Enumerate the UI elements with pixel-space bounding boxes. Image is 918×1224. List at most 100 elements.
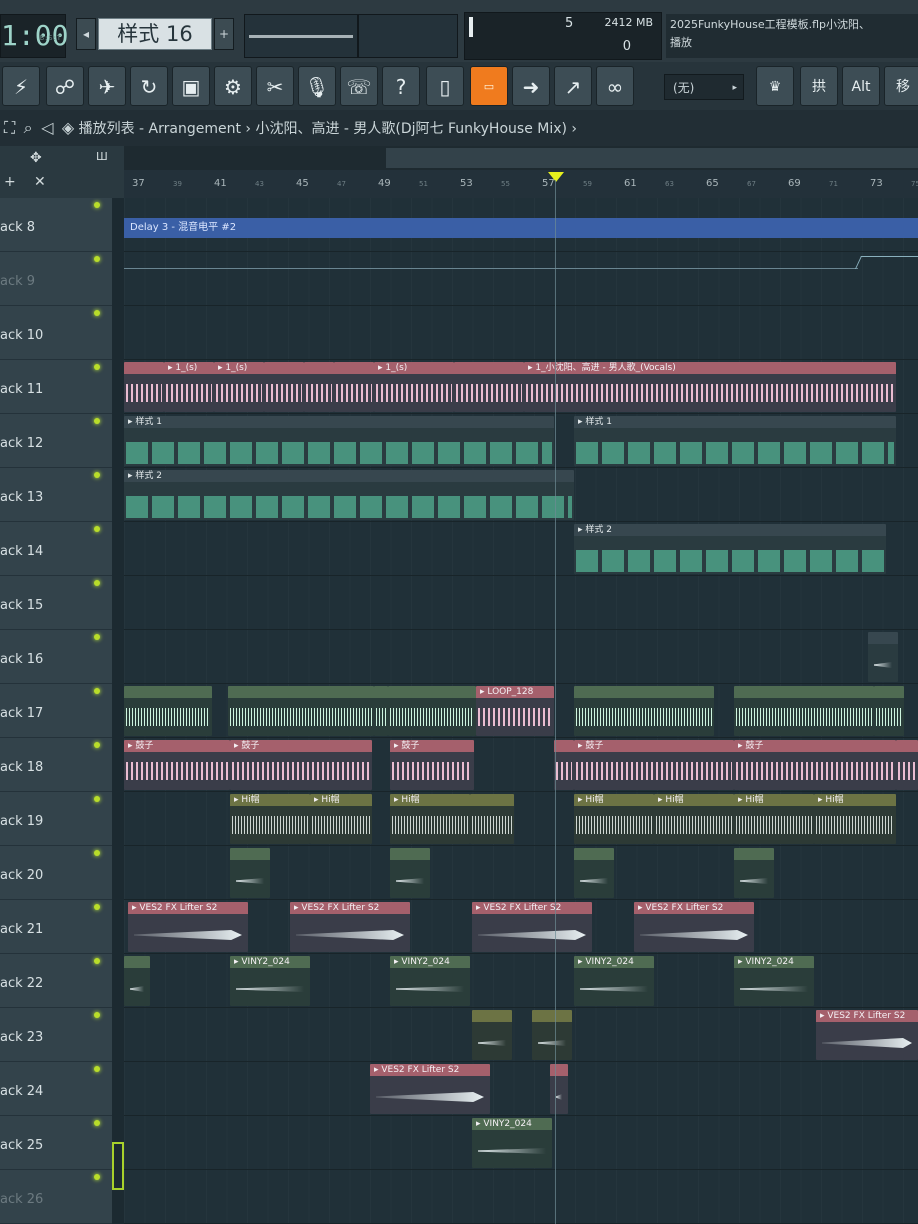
tempo-tap-icon[interactable]: ✈ [88,66,126,106]
menu-arrow-icon[interactable]: ◈ [62,110,74,146]
track-mute-led[interactable] [94,472,100,478]
playlist-clip[interactable]: ▸ 鼓子 [574,740,734,790]
track-mute-led[interactable] [94,256,100,262]
track-mute-led[interactable] [94,904,100,910]
toolbar-right-button-1[interactable]: 拱 [800,66,838,106]
playlist-clip[interactable]: ▸ VINY2_024 [230,956,310,1006]
playlist-clip[interactable]: ▸ Hi帽 [574,794,654,844]
track-mute-led[interactable] [94,580,100,586]
track-mute-led[interactable] [94,850,100,856]
track-header[interactable]: ack 18 [0,738,112,792]
playlist-clip[interactable] [124,956,150,1006]
record-mic-icon[interactable]: 🎙 [298,66,336,106]
playlist-clip[interactable] [388,686,476,736]
track-header[interactable]: ack 12 [0,414,112,468]
playlist-clip[interactable] [390,848,430,898]
playlist-clip[interactable]: ▸ 样式 1 [124,416,554,466]
track-mute-led[interactable] [94,958,100,964]
track-lane[interactable] [124,630,918,684]
brush-icon[interactable]: ↗ [554,66,592,106]
tablet-icon[interactable]: ▯ [426,66,464,106]
playlist-clip[interactable] [734,686,874,736]
loop-record-icon[interactable]: ↻ [130,66,168,106]
track-lane[interactable] [124,1170,918,1224]
playlist-clip[interactable]: ▸ Hi帽 [230,794,310,844]
playlist-clip[interactable]: ▸ 样式 2 [124,470,574,520]
track-mute-led[interactable] [94,742,100,748]
speaker-icon[interactable]: ◁ [41,110,53,146]
master-pitch-slider[interactable] [358,14,458,58]
playlist-clip[interactable]: ▸ LOOP_128 [476,686,554,736]
track-header[interactable]: ack 14 [0,522,112,576]
track-mute-led[interactable] [94,418,100,424]
zoom-icon[interactable]: ⌕ [24,110,33,146]
save-icon[interactable]: ▣ [172,66,210,106]
track-mute-led[interactable] [94,634,100,640]
arrow-icon[interactable]: ➜ [512,66,550,106]
song-time-display[interactable]: 1:00 B:S:T [0,14,68,58]
add-track-icon[interactable]: + [4,174,16,190]
track-mute-led[interactable] [94,1174,100,1180]
playlist-clip[interactable] [454,362,524,412]
playlist-clip[interactable]: ▸ 样式 1 [574,416,896,466]
track-mute-led[interactable] [94,1120,100,1126]
playlist-clip[interactable]: ▸ 样式 2 [574,524,886,574]
track-header[interactable]: ack 24 [0,1062,112,1116]
playlist-clip[interactable] [554,740,574,790]
playlist-clip[interactable] [874,686,904,736]
track-lane[interactable] [124,1062,918,1116]
playlist-clip[interactable]: ▸ 1_(s) [374,362,454,412]
overview-scroll-thumb[interactable] [386,148,918,168]
playlist-clip[interactable] [334,362,374,412]
track-header[interactable]: ack 10 [0,306,112,360]
playlist-clip[interactable] [228,686,374,736]
track-header[interactable]: ack 16 [0,630,112,684]
playlist-clip[interactable]: ▸ VES2 FX Lifter S2 [816,1010,918,1060]
playlist-clip[interactable] [896,740,918,790]
playlist-clip[interactable]: ▸ Hi帽 [390,794,470,844]
automation-clip[interactable]: Delay 3 - 混音电平 #2 [124,218,918,238]
track-header[interactable]: ack 15 [0,576,112,630]
chat-icon[interactable]: ☏ [340,66,378,106]
playlist-clip[interactable]: ▸ VINY2_024 [472,1118,552,1168]
track-lane[interactable] [124,576,918,630]
track-header[interactable]: ack 9 [0,252,112,306]
track-header[interactable]: ack 8 [0,198,112,252]
track-mute-led[interactable] [94,1066,100,1072]
playlist-clip[interactable]: ▸ VES2 FX Lifter S2 [634,902,754,952]
track-header[interactable]: ack 13 [0,468,112,522]
playlist-clip[interactable] [304,362,334,412]
plugin-icon[interactable]: ⚡ [2,66,40,106]
playlist-clip[interactable]: ▸ VINY2_024 [734,956,814,1006]
playlist-clip[interactable]: ▸ 鼓子 [734,740,896,790]
browser-icon[interactable]: ☍ [46,66,84,106]
playlist-clip[interactable]: ▸ 1_小沈阳、高进 - 男人歌_(Vocals) [524,362,896,412]
playlist-clip[interactable] [574,686,714,736]
playlist-clip[interactable]: ▸ Hi帽 [814,794,896,844]
track-lane[interactable] [124,1008,918,1062]
playlist-clip[interactable] [868,632,898,682]
track-mute-led[interactable] [94,310,100,316]
track-header[interactable]: ack 19 [0,792,112,846]
playlist-clip[interactable] [550,1064,568,1114]
track-header[interactable]: ack 26 [0,1170,112,1224]
playlist-clip[interactable]: ▸ Hi帽 [654,794,734,844]
timeline-ruler[interactable]: 37 41 45 49 53 57 61 65 69 73 39 43 47 51 55 59 63 67 71 75 [124,170,918,198]
track-mute-led[interactable] [94,526,100,532]
track-mute-led[interactable] [94,364,100,370]
track-header[interactable]: ack 25 [0,1116,112,1170]
playlist-clip[interactable]: ▸ VES2 FX Lifter S2 [290,902,410,952]
magnet-icon[interactable]: ⛶ [4,110,15,146]
toolbar-right-button-0[interactable]: ♛ [756,66,794,106]
close-icon[interactable]: ✕ [34,174,46,190]
track-mute-led[interactable] [94,202,100,208]
track-mute-led[interactable] [94,1012,100,1018]
playlist-clip[interactable] [374,686,388,736]
playlist-clip[interactable] [124,686,212,736]
pattern-selector[interactable]: 样式 16 [98,18,212,50]
toolbar-right-button-3[interactable]: 移 [884,66,918,106]
toolbar-right-button-2[interactable]: Alt [842,66,880,106]
playhead-marker[interactable] [548,172,564,182]
track-mute-led[interactable] [94,796,100,802]
playlist-clip[interactable]: ▸ Hi帽 [310,794,372,844]
